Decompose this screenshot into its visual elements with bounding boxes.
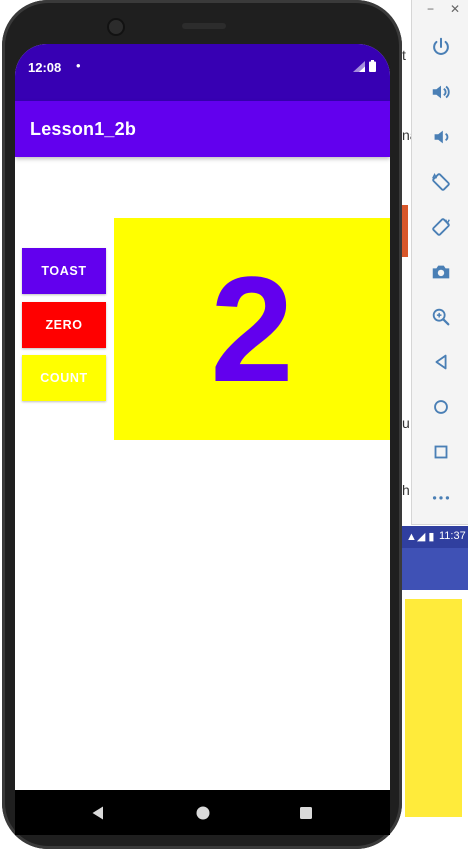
- phone-screen: 12:08 • Lesson1_2b TOAST ZERO COUNT 2: [15, 44, 390, 824]
- status-time: 12:08: [28, 60, 62, 75]
- back-icon[interactable]: [428, 349, 454, 375]
- minimize-button[interactable]: −: [427, 2, 434, 16]
- background-status-icons: ▲◢ ▮: [406, 531, 435, 543]
- nav-recents-icon[interactable]: [296, 803, 316, 823]
- volume-down-icon[interactable]: [428, 124, 454, 150]
- background-status-time: 11:37: [439, 530, 466, 542]
- background-text-fragment: u: [402, 415, 410, 431]
- camera-icon[interactable]: [428, 259, 454, 285]
- app-title: Lesson1_2b: [30, 119, 137, 139]
- overview-icon[interactable]: [428, 439, 454, 465]
- background-text-fragment: h: [402, 482, 410, 498]
- close-button[interactable]: ✕: [450, 2, 460, 16]
- background-text-fragment: t: [402, 47, 406, 63]
- volume-up-icon[interactable]: [428, 79, 454, 105]
- background-app-bar: [402, 548, 468, 590]
- power-icon[interactable]: [428, 34, 454, 60]
- battery-icon: [369, 60, 376, 72]
- app-bar: Lesson1_2b: [15, 101, 390, 157]
- front-camera-icon: [107, 18, 125, 36]
- status-bar: 12:08 •: [15, 44, 390, 101]
- zoom-icon[interactable]: [428, 304, 454, 330]
- background-text-fragment: r: [403, 236, 408, 252]
- earpiece-speaker: [182, 23, 226, 29]
- emulator-window-controls: − ✕: [412, 0, 468, 22]
- zero-button[interactable]: ZERO: [22, 302, 106, 348]
- navigation-bar: [15, 790, 390, 835]
- rotate-left-icon[interactable]: [428, 169, 454, 195]
- rotate-right-icon[interactable]: [428, 214, 454, 240]
- status-icons: [353, 60, 376, 72]
- background-status-bar: ▲◢ ▮ 11:37: [402, 526, 468, 548]
- notification-dot-icon: •: [76, 58, 81, 73]
- toast-button[interactable]: TOAST: [22, 248, 106, 294]
- signal-icon: [353, 60, 365, 72]
- nav-home-icon[interactable]: [193, 803, 213, 823]
- home-icon[interactable]: [428, 394, 454, 420]
- more-icon[interactable]: [428, 484, 454, 510]
- emulator-toolbar: − ✕: [411, 0, 468, 525]
- count-button[interactable]: COUNT: [22, 355, 106, 401]
- background-yellow-view: [405, 599, 462, 817]
- nav-back-icon[interactable]: [88, 803, 108, 823]
- count-display: 2: [114, 218, 390, 440]
